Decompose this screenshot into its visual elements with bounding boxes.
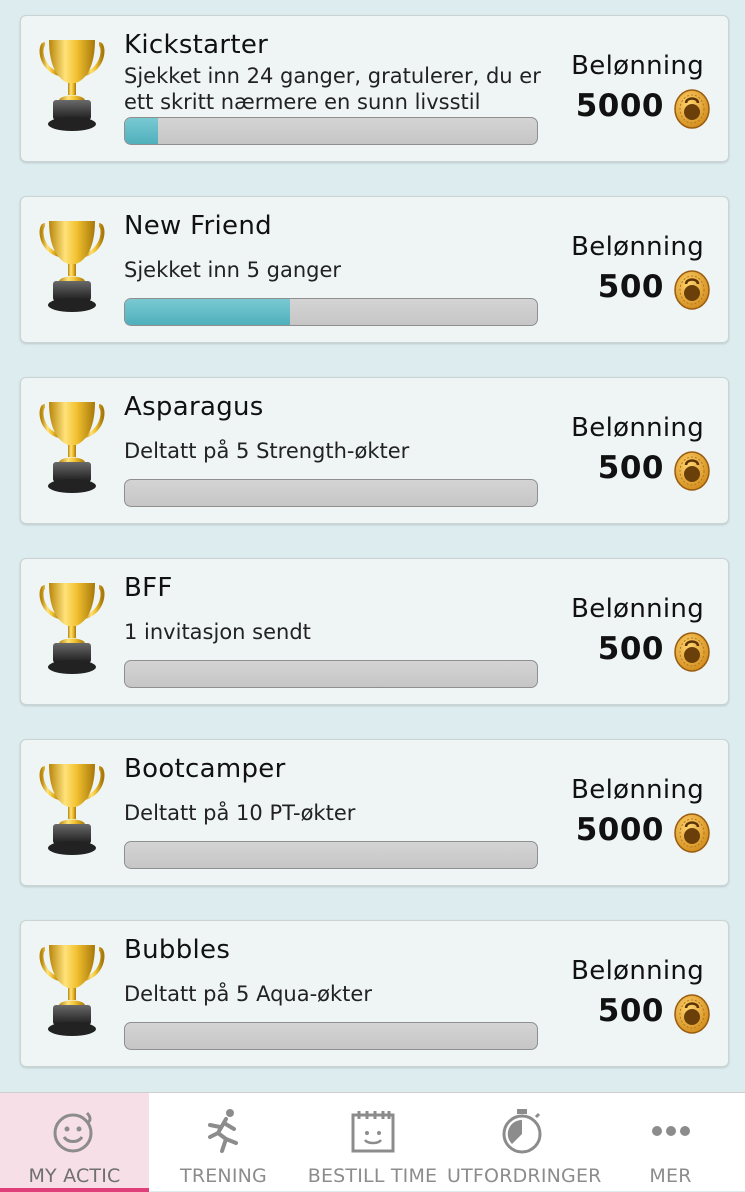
tab-mer[interactable]: MER (596, 1093, 745, 1192)
reward-label: Belønning (571, 956, 704, 986)
kettlebell-coin-icon (674, 89, 710, 129)
achievement-card[interactable]: New Friend Sjekket inn 5 ganger Belønnin… (20, 196, 729, 343)
tab-utfordringer[interactable]: UTFORDRINGER (447, 1093, 602, 1192)
kettlebell-coin-icon (674, 451, 710, 491)
calendar-icon (351, 1111, 394, 1153)
reward-value: 5000 (575, 812, 664, 848)
progress-bar (124, 117, 538, 145)
achievement-title: Bootcamper (124, 754, 286, 784)
progress-bar (124, 298, 538, 326)
reward-value: 500 (597, 269, 664, 305)
achievement-title: New Friend (124, 211, 272, 241)
tab-bestill-time[interactable]: BESTILL TIME (298, 1093, 447, 1192)
progress-bar (124, 479, 538, 507)
reward-value: 500 (597, 450, 664, 486)
achievement-title: Bubbles (124, 935, 231, 965)
tab-label: MER (649, 1165, 692, 1187)
smiley-icon (53, 1111, 92, 1153)
trophy-icon (39, 219, 105, 315)
reward-value: 5000 (575, 88, 664, 124)
achievement-description: Deltatt på 10 PT-økter (124, 801, 356, 825)
trophy-icon (39, 581, 105, 677)
achievement-title: Asparagus (124, 392, 264, 422)
achievement-description: 1 invitasjon sendt (124, 620, 311, 644)
progress-bar (124, 841, 538, 869)
achievement-card[interactable]: BFF 1 invitasjon sendt Belønning 500 (20, 558, 729, 705)
reward-label: Belønning (571, 413, 704, 443)
tab-label: UTFORDRINGER (447, 1165, 602, 1187)
reward-label: Belønning (571, 51, 704, 81)
progress-bar (124, 660, 538, 688)
tab-bar: MY ACTIC TRENING BESTILL TIME UTFORDRING… (0, 1092, 745, 1192)
progress-bar (124, 1022, 538, 1050)
progress-fill (125, 299, 290, 325)
runner-icon (207, 1109, 238, 1153)
tab-label: TRENING (180, 1165, 267, 1187)
achievement-title: Kickstarter (124, 30, 269, 60)
achievement-description: Sjekket inn 5 ganger (124, 258, 342, 282)
tab-trening[interactable]: TRENING (149, 1093, 298, 1192)
kettlebell-coin-icon (674, 994, 710, 1034)
tab-label: BESTILL TIME (307, 1165, 438, 1187)
tab-my-actic[interactable]: MY ACTIC (0, 1093, 149, 1192)
achievement-card[interactable]: Bubbles Deltatt på 5 Aqua-økter Belønnin… (20, 920, 729, 1067)
trophy-icon (39, 762, 105, 858)
trophy-icon (39, 38, 105, 134)
reward-label: Belønning (571, 232, 704, 262)
kettlebell-coin-icon (674, 270, 710, 310)
reward-value: 500 (597, 631, 664, 667)
trophy-icon (39, 943, 105, 1039)
achievement-description: Sjekket inn 24 ganger, gratulerer, du er… (124, 64, 541, 114)
active-tab-indicator (0, 1188, 149, 1192)
reward-label: Belønning (571, 775, 704, 805)
stopwatch-icon (502, 1109, 541, 1154)
tab-label: MY ACTIC (28, 1165, 121, 1187)
kettlebell-coin-icon (674, 632, 710, 672)
achievement-description: Deltatt på 5 Strength-økter (124, 439, 410, 463)
reward-label: Belønning (571, 594, 704, 624)
achievement-card[interactable]: Bootcamper Deltatt på 10 PT-økter Belønn… (20, 739, 729, 886)
achievement-card[interactable]: Asparagus Deltatt på 5 Strength-økter Be… (20, 377, 729, 524)
achievement-card[interactable]: Kickstarter Sjekket inn 24 ganger, gratu… (20, 15, 729, 162)
achievement-description: Deltatt på 5 Aqua-økter (124, 982, 372, 1006)
trophy-icon (39, 400, 105, 496)
achievement-title: BFF (124, 573, 173, 603)
more-icon (651, 1126, 690, 1136)
reward-value: 500 (597, 993, 664, 1029)
kettlebell-coin-icon (674, 813, 710, 853)
progress-fill (125, 118, 158, 144)
